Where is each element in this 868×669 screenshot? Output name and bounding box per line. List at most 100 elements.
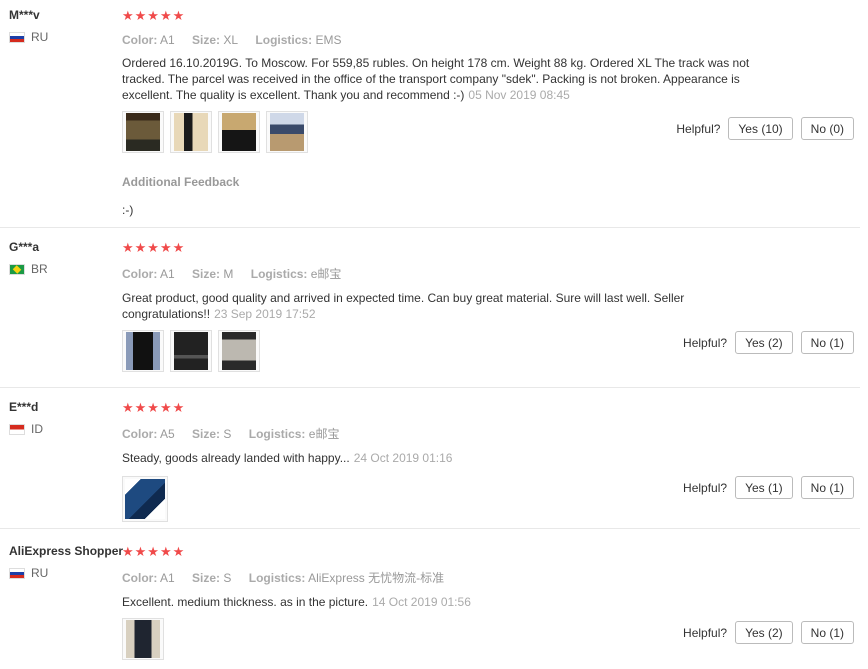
star-rating: ★★★★★ [122,240,186,255]
size-label: Size: [192,267,221,281]
helpful-yes-button[interactable]: Yes (2) [735,621,793,644]
reviewer-country: BR [9,262,48,276]
logistics-label: Logistics: [248,427,306,441]
color-value: A5 [160,427,175,441]
reviewer-name: M***v [9,8,40,22]
reviewer-info: M***v RU [9,8,48,44]
review-body: Excellent. medium thickness. as in the p… [122,595,369,609]
star-rating: ★★★★★ [122,400,186,415]
size-label: Size: [192,33,221,47]
review-meta: Color: A5 Size: S Logistics: e邮宝 [122,425,772,442]
color-value: A1 [160,33,175,47]
reviewer-country: ID [9,422,43,436]
review-date: 24 Oct 2019 01:16 [353,451,453,465]
additional-feedback-label: Additional Feedback [122,175,240,189]
helpful-label: Helpful? [683,625,728,640]
review-item: G***a BR ★★★★★ Color: A1 Size: M Logisti… [0,240,860,388]
review-photo-thumbnail[interactable] [170,111,212,153]
helpful-no-button[interactable]: No (0) [800,117,854,140]
review-text: Great product, good quality and arrived … [122,290,722,322]
review-date: 23 Sep 2019 17:52 [214,307,316,321]
review-item: M***v RU ★★★★★ Color: A1 Size: XL Logist… [0,8,860,228]
size-label: Size: [192,427,221,441]
logistics-value: EMS [315,33,342,47]
flag-icon [9,31,25,43]
reviewer-info: G***a BR [9,240,48,276]
review-content: ★★★★★ Color: A1 Size: S Logistics: AliEx… [122,544,772,660]
color-label: Color: [122,33,158,47]
color-label: Color: [122,427,158,441]
review-photo-thumbnail[interactable] [122,330,164,372]
review-photos [122,330,772,372]
country-code: BR [31,262,48,276]
reviewer-country: RU [9,30,48,44]
helpful-label: Helpful? [683,480,728,495]
helpful-yes-button[interactable]: Yes (10) [728,117,793,140]
flag-icon [9,263,25,275]
size-label: Size: [192,571,221,585]
review-photo-thumbnail[interactable] [218,111,260,153]
review-photo-thumbnail[interactable] [266,111,308,153]
size-value: S [223,571,232,585]
helpful-no-button[interactable]: No (1) [800,476,854,499]
reviewer-country: RU [9,566,48,580]
review-item: E***d ID ★★★★★ Color: A5 Size: S Logisti… [0,400,860,529]
review-date: 14 Oct 2019 01:56 [372,595,471,609]
review-photo-thumbnail[interactable] [218,330,260,372]
logistics-value: AliExpress 无忧物流-标准 [308,571,445,585]
review-text: Excellent. medium thickness. as in the p… [122,594,772,610]
star-rating: ★★★★★ [122,544,186,559]
star-rating: ★★★★★ [122,8,186,23]
review-content: ★★★★★ Color: A1 Size: XL Logistics: EMS … [122,8,772,217]
review-photos [122,476,772,522]
review-text: Steady, goods already landed with happy.… [122,450,772,466]
helpful-no-button[interactable]: No (1) [800,621,854,644]
reviewer-name: AliExpress Shopper [9,544,124,558]
flag-icon [9,567,25,579]
reviewer-info: E***d ID [9,400,43,436]
review-text: Ordered 16.10.2019G. To Moscow. For 559,… [122,55,772,103]
helpful-controls: Helpful? Yes (10) No (0) [676,117,854,140]
color-label: Color: [122,267,158,281]
review-date: 05 Nov 2019 08:45 [468,88,570,102]
review-body: Great product, good quality and arrived … [122,291,685,321]
review-body: Steady, goods already landed with happy.… [122,451,350,465]
reviewer-name: E***d [9,400,39,414]
review-item: AliExpress Shopper RU ★★★★★ Color: A1 Si… [0,544,860,669]
helpful-yes-button[interactable]: Yes (2) [735,331,793,354]
review-photo-thumbnail[interactable] [170,330,212,372]
reviewer-info: AliExpress Shopper RU [9,544,124,580]
reviewer-name: G***a [9,240,40,254]
review-photo-thumbnail[interactable] [122,476,168,522]
review-meta: Color: A1 Size: M Logistics: e邮宝 [122,265,772,282]
review-photo-thumbnail[interactable] [122,618,164,660]
helpful-controls: Helpful? Yes (1) No (1) [683,476,854,499]
review-photos [122,111,772,153]
helpful-no-button[interactable]: No (1) [800,331,854,354]
helpful-label: Helpful? [683,335,728,350]
logistics-label: Logistics: [250,267,308,281]
country-code: ID [31,422,43,436]
flag-icon [9,423,25,435]
review-meta: Color: A1 Size: S Logistics: AliExpress … [122,569,772,586]
additional-feedback-text: :-) [122,203,134,217]
color-value: A1 [160,267,175,281]
country-code: RU [31,566,49,580]
helpful-label: Helpful? [676,121,721,136]
helpful-controls: Helpful? Yes (2) No (1) [683,331,854,354]
country-code: RU [31,30,49,44]
color-label: Color: [122,571,158,585]
logistics-value: e邮宝 [308,427,340,441]
helpful-yes-button[interactable]: Yes (1) [735,476,793,499]
logistics-label: Logistics: [248,571,306,585]
review-meta: Color: A1 Size: XL Logistics: EMS [122,33,772,47]
review-photos [122,618,772,660]
review-content: ★★★★★ Color: A5 Size: S Logistics: e邮宝 S… [122,400,772,522]
logistics-value: e邮宝 [310,267,342,281]
review-content: ★★★★★ Color: A1 Size: M Logistics: e邮宝 G… [122,240,772,372]
review-photo-thumbnail[interactable] [122,111,164,153]
review-body: Ordered 16.10.2019G. To Moscow. For 559,… [122,56,750,102]
size-value: S [223,427,232,441]
color-value: A1 [160,571,175,585]
size-value: M [223,267,234,281]
